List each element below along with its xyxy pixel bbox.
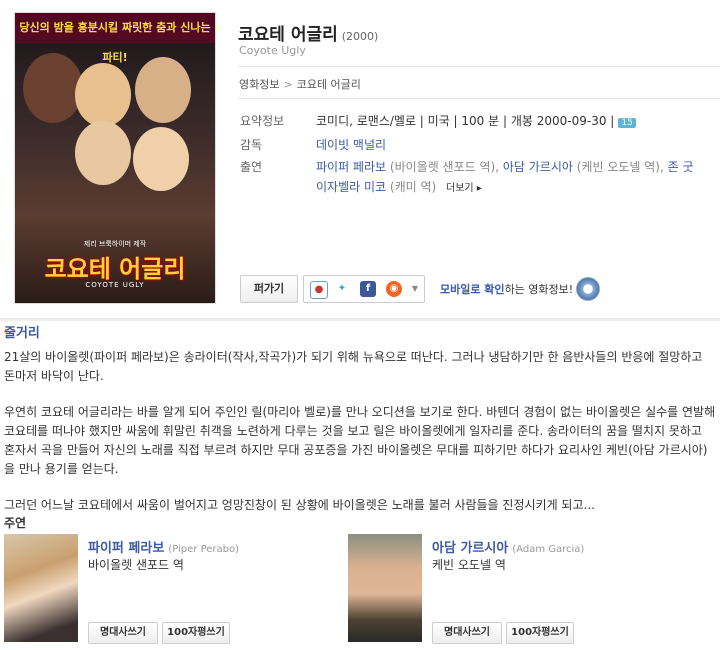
poster-face — [23, 53, 83, 123]
review-write-button[interactable]: 100자평쓰기 — [506, 622, 574, 644]
me2day-icon[interactable]: ● — [310, 281, 328, 299]
poster-face — [135, 57, 191, 123]
yozm-icon[interactable]: ◉ — [386, 281, 402, 297]
cast-line: 파이퍼 페라보 (바이올렛 샌포드 역), 아담 가르시아 (케빈 오도넬 역)… — [316, 158, 694, 175]
cast-heading: 주연 — [4, 516, 27, 530]
actor-role-1: 바이올렛 샌포드 역 — [88, 558, 184, 572]
plot-heading: 줄거리 — [4, 326, 40, 341]
summary-label: 요약정보 — [240, 114, 285, 128]
actor-name-en: (Adam Garcia) — [512, 544, 585, 555]
poster-face — [75, 121, 131, 185]
summary-text: 코미디, 로맨스/멜로 | 미국 | 100 분 | 개봉 2000-09-30… — [316, 114, 615, 128]
director-link[interactable]: 데이빗 맥널리 — [316, 138, 386, 152]
movie-title-ko: 코요테 어글리 — [238, 25, 338, 45]
breadcrumb-current: 코요테 어글리 — [296, 78, 361, 91]
movie-title: 코요테 어글리 (2000) — [238, 20, 378, 45]
breadcrumb-parent[interactable]: 영화정보 — [239, 78, 279, 91]
poster-title: 코요테 어글리 — [44, 255, 186, 283]
breadcrumb-separator: > — [283, 78, 293, 91]
actor-name-ko[interactable]: 파이퍼 페라보 — [88, 541, 164, 556]
plot-body: 21살의 바이올렛(파이퍼 페라보)은 송라이터(작사,작곡가)가 되기 위해 … — [4, 348, 716, 515]
director-label: 감독 — [240, 138, 263, 152]
actor-name-1[interactable]: 파이퍼 페라보 (Piper Perabo) — [88, 537, 239, 556]
poster-subtitle: COYOTE UGLY — [85, 281, 145, 289]
cast-link-3[interactable]: 존 굿 — [668, 160, 694, 174]
cast-link-2[interactable]: 아담 가르시아 — [503, 160, 573, 174]
divider — [238, 66, 720, 67]
cast-link-4[interactable]: 이자벨라 미코 — [316, 180, 386, 194]
cast-label: 출연 — [240, 160, 263, 174]
plot-paragraph: 우연히 코요테 어글리라는 바를 알게 되어 주인인 릴(마리아 벨로)를 만나… — [4, 405, 716, 476]
movie-title-en: Coyote Ugly — [239, 44, 306, 57]
cast-link-1[interactable]: 파이퍼 페라보 — [316, 160, 386, 174]
divider — [238, 98, 720, 99]
cast-role-2: (케빈 오도넬 역), — [576, 160, 664, 174]
mobile-text: 하는 영화정보! — [504, 283, 574, 296]
mobile-medal-icon[interactable] — [576, 277, 600, 301]
actor-photo-2[interactable] — [348, 534, 422, 642]
scrap-button[interactable]: 퍼가기 — [240, 275, 298, 303]
movie-poster[interactable]: 당신의 밤을 흥분시킬 짜릿한 춤과 신나는 파티! 제리 브룩하이머 제작 코… — [14, 12, 216, 304]
poster-banner: 당신의 밤을 흥분시킬 짜릿한 춤과 신나는 파티! — [15, 13, 215, 64]
facebook-icon[interactable]: f — [360, 281, 376, 297]
actor-name-en: (Piper Perabo) — [168, 544, 240, 555]
breadcrumb: 영화정보 > 코요테 어글리 — [239, 76, 361, 92]
actor-name-2[interactable]: 아담 가르시아 (Adam Garcia) — [432, 537, 584, 556]
plot-paragraph: 그러던 어느날 코요테에서 싸움이 벌어지고 엉망진창이 된 상황에 바이올렛은… — [4, 498, 595, 512]
actor-role-2: 케빈 오도넬 역 — [432, 558, 506, 572]
poster-face — [133, 127, 189, 191]
summary-value: 코미디, 로맨스/멜로 | 미국 | 100 분 | 개봉 2000-09-30… — [316, 112, 636, 129]
mobile-info: 모바일로 확인하는 영화정보! — [440, 281, 573, 297]
actor-name-ko[interactable]: 아담 가르시아 — [432, 541, 508, 556]
movie-year: (2000) — [341, 30, 379, 43]
review-write-button[interactable]: 100자평쓰기 — [162, 622, 230, 644]
chevron-down-icon[interactable]: ▼ — [408, 281, 422, 297]
rating-badge: 15 — [618, 118, 636, 128]
more-cast-button[interactable]: 더보기 ▸ — [446, 183, 482, 194]
movie-header: 당신의 밤을 흥분시킬 짜릿한 춤과 신나는 파티! 제리 브룩하이머 제작 코… — [0, 0, 720, 318]
plot-paragraph: 21살의 바이올렛(파이퍼 페라보)은 송라이터(작사,작곡가)가 되기 위해 … — [4, 350, 703, 383]
quote-write-button[interactable]: 명대사쓰기 — [88, 622, 158, 644]
poster-face — [75, 63, 131, 127]
quote-write-button[interactable]: 명대사쓰기 — [432, 622, 502, 644]
cast-role-4: (캐미 역) — [389, 180, 437, 194]
actor-photo-1[interactable] — [4, 534, 78, 642]
share-buttons: ● ✦ f ◉ ▼ — [303, 275, 425, 303]
mobile-link[interactable]: 모바일로 확인 — [440, 283, 505, 296]
cast-line-2: 이자벨라 미코 (캐미 역) 더보기 ▸ — [316, 178, 482, 195]
twitter-icon[interactable]: ✦ — [334, 281, 350, 297]
cast-role-1: (바이올렛 샌포드 역), — [389, 160, 500, 174]
section-divider — [0, 318, 720, 321]
poster-credit: 제리 브룩하이머 제작 — [83, 240, 147, 248]
